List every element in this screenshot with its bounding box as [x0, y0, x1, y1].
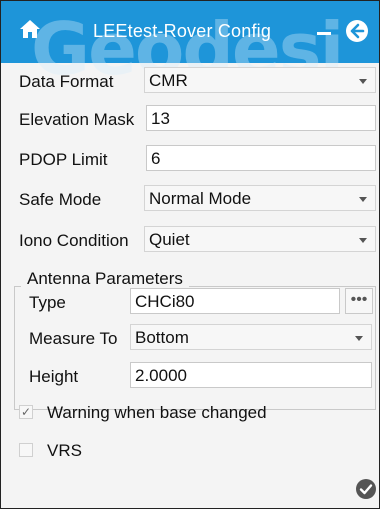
- measure-to-value: Bottom: [135, 328, 189, 347]
- antenna-type-input[interactable]: CHCi80: [130, 288, 340, 314]
- window-title: LEEtest-Rover Config: [93, 21, 272, 41]
- warning-base-changed-option[interactable]: ✓ Warning when base changed: [19, 399, 349, 427]
- vrs-option[interactable]: VRS: [19, 437, 349, 465]
- warning-base-changed-label: Warning when base changed: [47, 403, 267, 422]
- browse-button[interactable]: •••: [345, 288, 373, 314]
- measure-to-select[interactable]: Bottom: [130, 324, 372, 350]
- safe-mode-select[interactable]: Normal Mode: [144, 185, 376, 211]
- measure-to-row: Measure To Bottom: [1, 320, 379, 354]
- height-input[interactable]: 2.0000: [130, 362, 372, 388]
- home-icon[interactable]: [19, 19, 41, 39]
- chevron-down-icon: [359, 79, 367, 84]
- data-format-row: Data Format CMR: [1, 63, 379, 97]
- chevron-down-icon: [359, 197, 367, 202]
- pdop-limit-label: PDOP Limit: [19, 150, 108, 169]
- iono-condition-select[interactable]: Quiet: [144, 226, 376, 252]
- antenna-type-row: Type CHCi80: [1, 284, 379, 318]
- chevron-down-icon: [355, 336, 363, 341]
- back-arrow-icon[interactable]: [345, 19, 369, 43]
- minimize-icon[interactable]: [317, 32, 331, 35]
- antenna-type-label: Type: [29, 293, 66, 312]
- vrs-checkbox[interactable]: [19, 443, 33, 457]
- iono-condition-label: Iono Condition: [19, 231, 129, 250]
- vrs-label: VRS: [47, 441, 82, 460]
- chevron-down-icon: [359, 238, 367, 243]
- pdop-limit-row: PDOP Limit 6: [1, 141, 379, 175]
- iono-condition-row: Iono Condition Quiet: [1, 222, 379, 256]
- config-window: Geodesi LEEtest-Rover Config Data Format…: [0, 0, 380, 509]
- iono-condition-value: Quiet: [149, 230, 190, 249]
- title-bar: Geodesi LEEtest-Rover Config: [1, 1, 379, 91]
- safe-mode-label: Safe Mode: [19, 190, 102, 209]
- confirm-check-icon[interactable]: [355, 478, 377, 500]
- measure-to-label: Measure To: [29, 329, 118, 348]
- more-dots-icon: •••: [350, 291, 368, 308]
- elevation-mask-input[interactable]: 13: [146, 105, 376, 131]
- warning-base-changed-checkbox[interactable]: ✓: [19, 405, 33, 419]
- data-format-label: Data Format: [19, 72, 114, 91]
- data-format-select[interactable]: CMR: [144, 67, 376, 93]
- pdop-limit-input[interactable]: 6: [146, 145, 376, 171]
- elevation-mask-row: Elevation Mask 13: [1, 101, 379, 135]
- safe-mode-value: Normal Mode: [149, 189, 252, 208]
- height-label: Height: [29, 367, 79, 386]
- data-format-value: CMR: [149, 71, 188, 90]
- elevation-mask-label: Elevation Mask: [19, 110, 135, 129]
- safe-mode-row: Safe Mode Normal Mode: [1, 181, 379, 215]
- height-row: Height 2.0000: [1, 358, 379, 392]
